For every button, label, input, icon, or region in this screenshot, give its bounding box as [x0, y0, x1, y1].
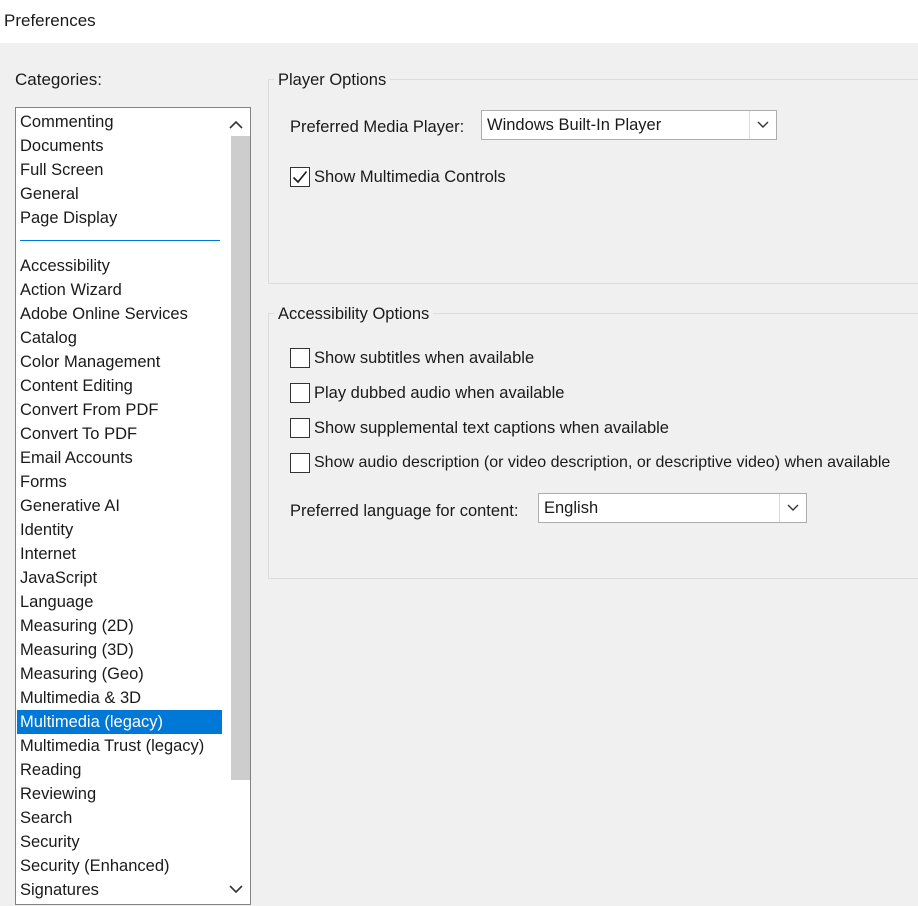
show-subtitles-label: Show subtitles when available: [314, 348, 535, 367]
player-options-legend: Player Options: [274, 70, 391, 90]
play-dubbed-audio-row[interactable]: Play dubbed audio when available: [290, 382, 564, 404]
scroll-up-button[interactable]: [222, 111, 250, 137]
preferred-media-player-value: Windows Built-In Player: [487, 116, 662, 134]
scroll-thumb[interactable]: [231, 136, 250, 780]
checkmark-icon: [292, 170, 308, 184]
show-multimedia-controls-row[interactable]: Show Multimedia Controls: [290, 166, 506, 188]
category-item[interactable]: Accessibility: [17, 254, 223, 278]
category-item[interactable]: Catalog: [17, 326, 223, 350]
category-item[interactable]: Commenting: [17, 110, 223, 134]
categories-label: Categories:: [15, 70, 102, 89]
preferred-media-player-label: Preferred Media Player:: [290, 118, 465, 136]
category-item[interactable]: Reviewing: [17, 782, 223, 806]
category-item[interactable]: Action Wizard: [17, 278, 223, 302]
category-item-selected[interactable]: Multimedia (legacy): [17, 710, 223, 734]
category-item[interactable]: Adobe Online Services: [17, 302, 223, 326]
category-divider: [17, 230, 223, 254]
preferred-language-select[interactable]: English: [538, 493, 807, 523]
category-item[interactable]: Convert To PDF: [17, 422, 223, 446]
categories-items: Commenting Documents Full Screen General…: [17, 110, 223, 902]
category-item[interactable]: Identity: [17, 518, 223, 542]
category-item[interactable]: Language: [17, 590, 223, 614]
show-multimedia-controls-checkbox[interactable]: [290, 167, 310, 187]
preferred-media-player-select[interactable]: Windows Built-In Player: [481, 110, 777, 140]
chevron-down-icon: [229, 884, 243, 893]
show-audio-description-label: Show audio description (or video descrip…: [314, 454, 891, 471]
category-item[interactable]: Search: [17, 806, 223, 830]
category-item[interactable]: Page Display: [17, 206, 223, 230]
category-item[interactable]: Reading: [17, 758, 223, 782]
category-item[interactable]: Full Screen: [17, 158, 223, 182]
title-bar: Preferences: [0, 0, 918, 43]
play-dubbed-audio-label: Play dubbed audio when available: [314, 383, 565, 402]
categories-list[interactable]: Commenting Documents Full Screen General…: [15, 107, 251, 905]
category-item[interactable]: Documents: [17, 134, 223, 158]
category-item[interactable]: Color Management: [17, 350, 223, 374]
accessibility-options-legend: Accessibility Options: [274, 304, 434, 324]
window-title: Preferences: [4, 11, 96, 30]
category-item[interactable]: Measuring (Geo): [17, 662, 223, 686]
category-item[interactable]: Convert From PDF: [17, 398, 223, 422]
show-supplemental-captions-checkbox[interactable]: [290, 418, 310, 438]
category-item[interactable]: General: [17, 182, 223, 206]
category-item[interactable]: JavaScript: [17, 566, 223, 590]
show-audio-description-row[interactable]: Show audio description (or video descrip…: [290, 452, 890, 474]
category-item[interactable]: Multimedia & 3D: [17, 686, 223, 710]
category-item[interactable]: Security (Enhanced): [17, 854, 223, 878]
category-item[interactable]: Multimedia Trust (legacy): [17, 734, 223, 758]
category-item[interactable]: Measuring (3D): [17, 638, 223, 662]
show-subtitles-checkbox[interactable]: [290, 348, 310, 368]
chevron-down-icon: [779, 494, 806, 522]
show-audio-description-checkbox[interactable]: [290, 453, 310, 473]
chevron-down-icon: [749, 111, 776, 139]
category-item[interactable]: Measuring (2D): [17, 614, 223, 638]
scroll-down-button[interactable]: [222, 876, 250, 902]
play-dubbed-audio-checkbox[interactable]: [290, 383, 310, 403]
category-item[interactable]: Generative AI: [17, 494, 223, 518]
category-item[interactable]: Forms: [17, 470, 223, 494]
category-item[interactable]: Internet: [17, 542, 223, 566]
chevron-up-icon: [229, 120, 243, 129]
category-item[interactable]: Email Accounts: [17, 446, 223, 470]
preferred-language-value: English: [544, 499, 599, 517]
show-supplemental-captions-row[interactable]: Show supplemental text captions when ava…: [290, 417, 669, 439]
categories-scrollbar[interactable]: [222, 108, 250, 904]
preferred-language-label: Preferred language for content:: [290, 502, 519, 520]
category-item[interactable]: Signatures: [17, 878, 223, 902]
show-subtitles-row[interactable]: Show subtitles when available: [290, 347, 534, 369]
category-item[interactable]: Content Editing: [17, 374, 223, 398]
show-supplemental-captions-label: Show supplemental text captions when ava…: [314, 418, 669, 437]
show-multimedia-controls-label: Show Multimedia Controls: [314, 167, 506, 186]
category-item[interactable]: Security: [17, 830, 223, 854]
